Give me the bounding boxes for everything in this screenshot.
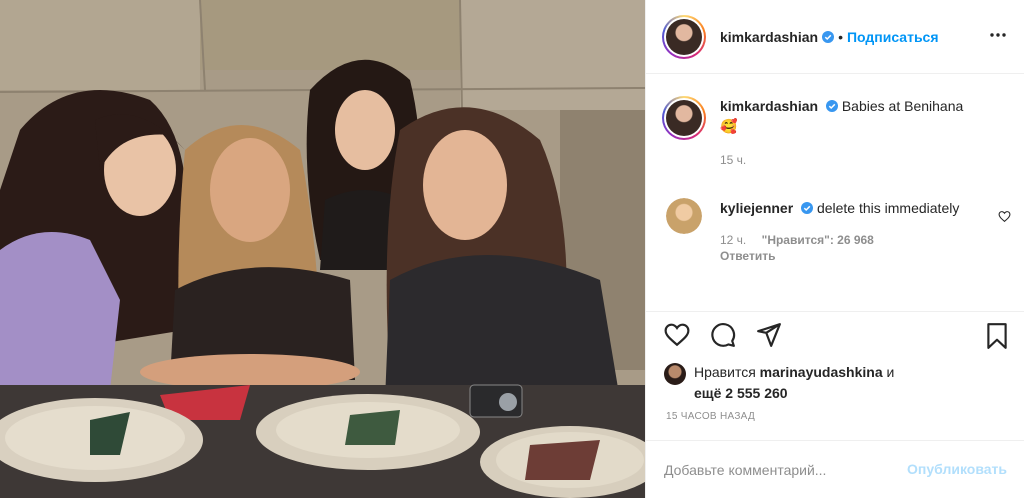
comment-heart-icon[interactable] [998,210,1011,223]
comment-item: kyliejenner delete this immediately 12 ч… [662,198,980,264]
follow-button[interactable]: Подписаться [847,29,939,45]
caption-time: 15 ч. [720,153,747,167]
verified-icon [801,202,814,214]
likes-rest-prefix[interactable]: ещё [694,385,721,401]
post-side-panel: kimkardashian • Подписаться kimkardashia… [645,0,1024,498]
likes-summary: Нравится marinayudashkina и ещё 2 555 26… [664,362,894,404]
bookmark-icon[interactable] [984,322,1010,350]
author-username[interactable]: kimkardashian [720,29,818,45]
liker-username[interactable]: marinayudashkina [760,364,883,380]
separator-dot: • [838,28,843,45]
post-header: kimkardashian • Подписаться [646,0,1024,74]
comment-icon[interactable] [710,322,736,348]
comment-username[interactable]: kyliejenner [720,200,793,216]
author-avatar[interactable] [662,14,706,59]
share-icon[interactable] [756,322,782,348]
photo-illustration [0,0,645,498]
add-comment-bar: Опубликовать [646,440,1024,498]
heart-icon[interactable] [664,322,690,348]
reply-button[interactable]: Ответить [720,249,775,263]
liker-avatar[interactable] [664,363,686,385]
comment-time: 12 ч. [720,233,747,247]
caption-text: Babies at Benihana [841,98,964,114]
verified-icon [825,100,838,112]
comment-likes[interactable]: "Нравится": 26 968 [762,233,874,247]
likes-prefix: Нравится [694,364,756,380]
post-timestamp[interactable]: 15 ЧАСОВ НАЗАД [666,411,755,422]
commenter-avatar[interactable] [666,198,702,234]
comment-text: delete this immediately [816,200,960,216]
action-bar [662,322,1012,356]
more-icon[interactable] [989,26,1007,44]
caption-emoji: 🥰 [720,118,738,134]
verified-icon [822,30,835,43]
post-photo[interactable] [0,0,645,498]
comment-input[interactable] [664,459,894,481]
caption: kimkardashian Babies at Benihana 🥰 15 ч. [662,96,1000,170]
likes-count[interactable]: 2 555 260 [725,385,787,401]
caption-avatar[interactable] [662,96,706,140]
publish-button[interactable]: Опубликовать [907,461,1007,477]
likes-conj: и [886,364,895,380]
comments-section: kimkardashian Babies at Benihana 🥰 15 ч.… [646,74,1024,312]
caption-username[interactable]: kimkardashian [720,98,818,114]
